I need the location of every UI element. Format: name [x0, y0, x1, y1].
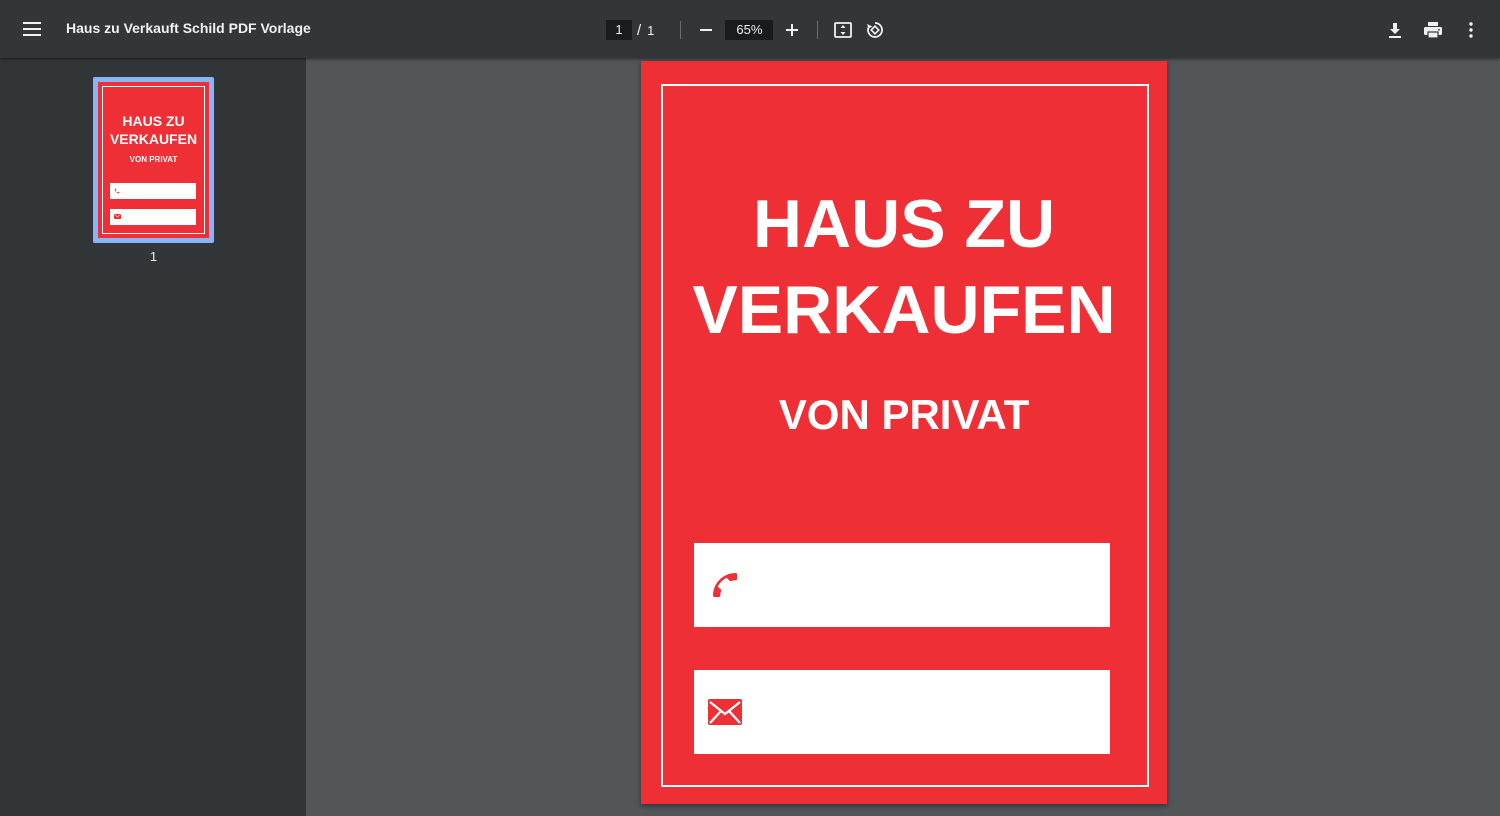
zoom-level-input[interactable]: 65% [725, 20, 774, 40]
email-field[interactable] [694, 670, 1110, 754]
zoom-out-icon [700, 29, 713, 31]
envelope-icon [708, 699, 742, 725]
document-title: Haus zu Verkauft Schild PDF Vorlage [66, 20, 311, 36]
menu-button[interactable] [22, 19, 42, 39]
download-button[interactable] [1382, 17, 1408, 43]
page-thumbnail[interactable]: HAUS ZU VERKAUFEN VON PRIVAT [93, 77, 214, 243]
sign-title: HAUS ZU VERKAUFEN [641, 181, 1167, 353]
download-icon [1389, 23, 1401, 38]
sign-subtitle: VON PRIVAT [778, 391, 1030, 438]
zoom-out-button[interactable] [693, 17, 719, 43]
thumbnail-phone-field [110, 183, 196, 199]
total-pages: 1 [647, 22, 655, 38]
page-zoom-controls: 1 / 1 65% [600, 14, 888, 46]
toolbar-divider [680, 21, 682, 39]
thumbnail-sidebar: HAUS ZU VERKAUFEN VON PRIVAT 1 [0, 58, 306, 816]
print-icon [1424, 22, 1442, 39]
fit-page-icon [834, 22, 853, 38]
more-icon [1469, 22, 1473, 38]
current-page-input[interactable]: 1 [606, 20, 632, 40]
menu-icon [23, 22, 41, 36]
envelope-icon [114, 214, 121, 219]
thumbnail-page: HAUS ZU VERKAUFEN VON PRIVAT [98, 82, 209, 238]
pdf-toolbar: Haus zu Verkauft Schild PDF Vorlage 1 / … [0, 0, 1500, 58]
toolbar-divider [817, 21, 819, 39]
zoom-in-icon [786, 24, 799, 36]
thumbnail-title: HAUS ZU VERKAUFEN [98, 112, 209, 148]
fit-page-button[interactable] [830, 17, 856, 43]
rotate-icon [867, 22, 884, 38]
phone-field[interactable] [694, 543, 1110, 627]
sign-title-line1: HAUS ZU [752, 186, 1056, 262]
thumbnail-email-field [110, 209, 196, 225]
pdf-page: HAUS ZU VERKAUFEN VON PRIVAT [641, 61, 1167, 804]
sign-title-line2: VERKAUFEN [692, 272, 1116, 348]
rotate-button[interactable] [862, 17, 888, 43]
phone-icon [713, 573, 737, 597]
page-separator: / [637, 21, 642, 39]
phone-icon [114, 188, 120, 194]
toolbar-actions [1382, 16, 1484, 44]
thumbnail-page-number: 1 [149, 249, 158, 264]
zoom-in-button[interactable] [779, 17, 805, 43]
thumbnail-title-line1: HAUS ZU [122, 113, 185, 129]
thumbnail-subtitle: VON PRIVAT [129, 155, 178, 164]
thumbnail-title-line2: VERKAUFEN [109, 131, 198, 147]
more-actions-button[interactable] [1458, 17, 1484, 43]
print-button[interactable] [1420, 17, 1446, 43]
